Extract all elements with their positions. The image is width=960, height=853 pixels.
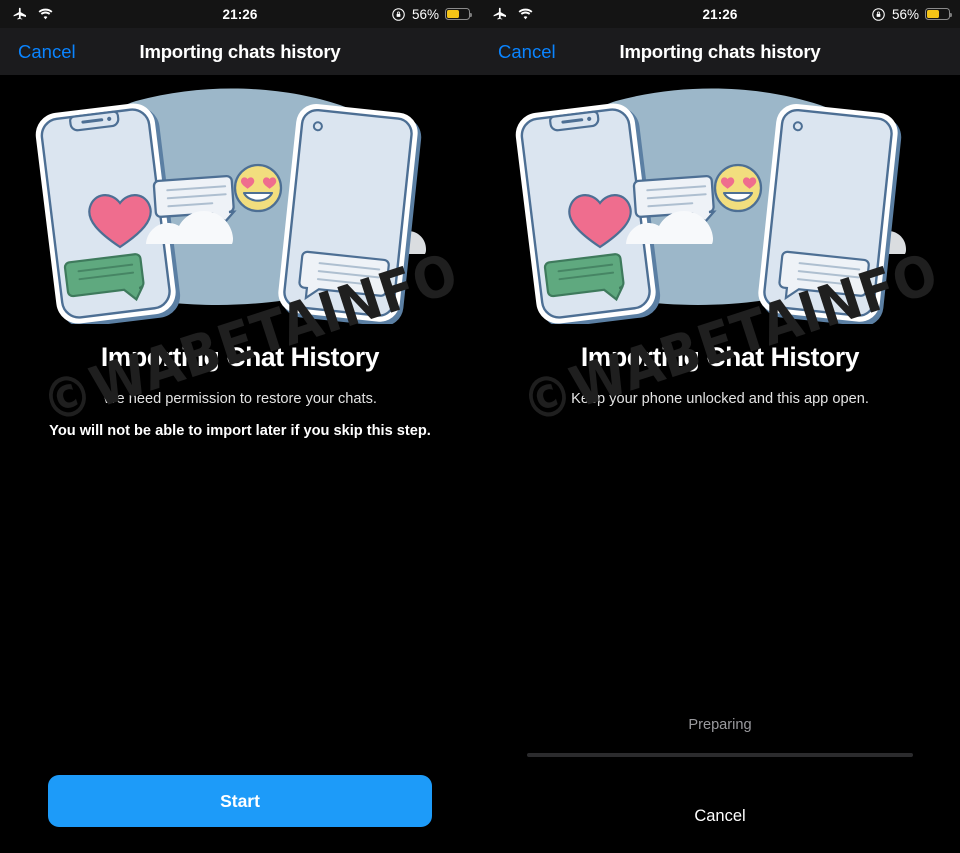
battery-icon	[445, 8, 473, 20]
progress-section: Preparing Cancel	[480, 717, 960, 826]
dual-screenshot-container: 21:26 56% Cancel Importing chats history	[0, 0, 960, 853]
navigation-bar: Cancel Importing chats history	[480, 28, 960, 75]
wifi-icon	[518, 8, 533, 20]
start-button[interactable]: Start	[48, 775, 432, 827]
panel-permission-step: 21:26 56% Cancel Importing chats history	[0, 0, 480, 853]
status-bar-right-icons: 56%	[871, 0, 953, 28]
progress-bar	[527, 753, 913, 757]
subheadline: We need permission to restore your chats…	[103, 391, 377, 407]
cancel-import-button[interactable]: Cancel	[480, 807, 960, 826]
wifi-icon	[38, 8, 53, 20]
battery-icon	[925, 8, 953, 20]
airplane-mode-icon	[493, 7, 506, 20]
headline: Importing Chat History	[580, 342, 860, 372]
panel-progress-step: 21:26 56% Cancel Importing chats history	[480, 0, 960, 853]
rotation-lock-icon	[392, 7, 405, 21]
status-bar: 21:26 56%	[480, 0, 960, 28]
battery-percent-label: 56%	[411, 6, 439, 22]
two-phones-chat-transfer-illustration	[0, 79, 480, 324]
panel-content: Importing Chat History We need permissio…	[0, 75, 480, 853]
nav-cancel-button[interactable]: Cancel	[18, 41, 76, 63]
status-bar: 21:26 56%	[0, 0, 480, 28]
panel-footer: Start	[0, 775, 480, 853]
navigation-bar: Cancel Importing chats history	[0, 28, 480, 75]
status-bar-left-icons	[12, 6, 54, 22]
panel-footer: Preparing Cancel	[480, 717, 960, 853]
rotation-lock-icon	[872, 7, 885, 21]
warning-text: You will not be able to import later if …	[49, 423, 431, 439]
status-bar-left-icons	[492, 6, 534, 22]
battery-percent-label: 56%	[891, 6, 919, 22]
headline: Importing Chat History	[100, 342, 380, 372]
two-phones-chat-transfer-illustration	[480, 79, 960, 324]
status-bar-right-icons: 56%	[391, 0, 473, 28]
nav-cancel-button[interactable]: Cancel	[498, 41, 556, 63]
subheadline: Keep your phone unlocked and this app op…	[571, 391, 869, 407]
progress-status-label: Preparing	[688, 717, 752, 733]
panel-content: Importing Chat History Keep your phone u…	[480, 75, 960, 853]
airplane-mode-icon	[13, 7, 26, 20]
